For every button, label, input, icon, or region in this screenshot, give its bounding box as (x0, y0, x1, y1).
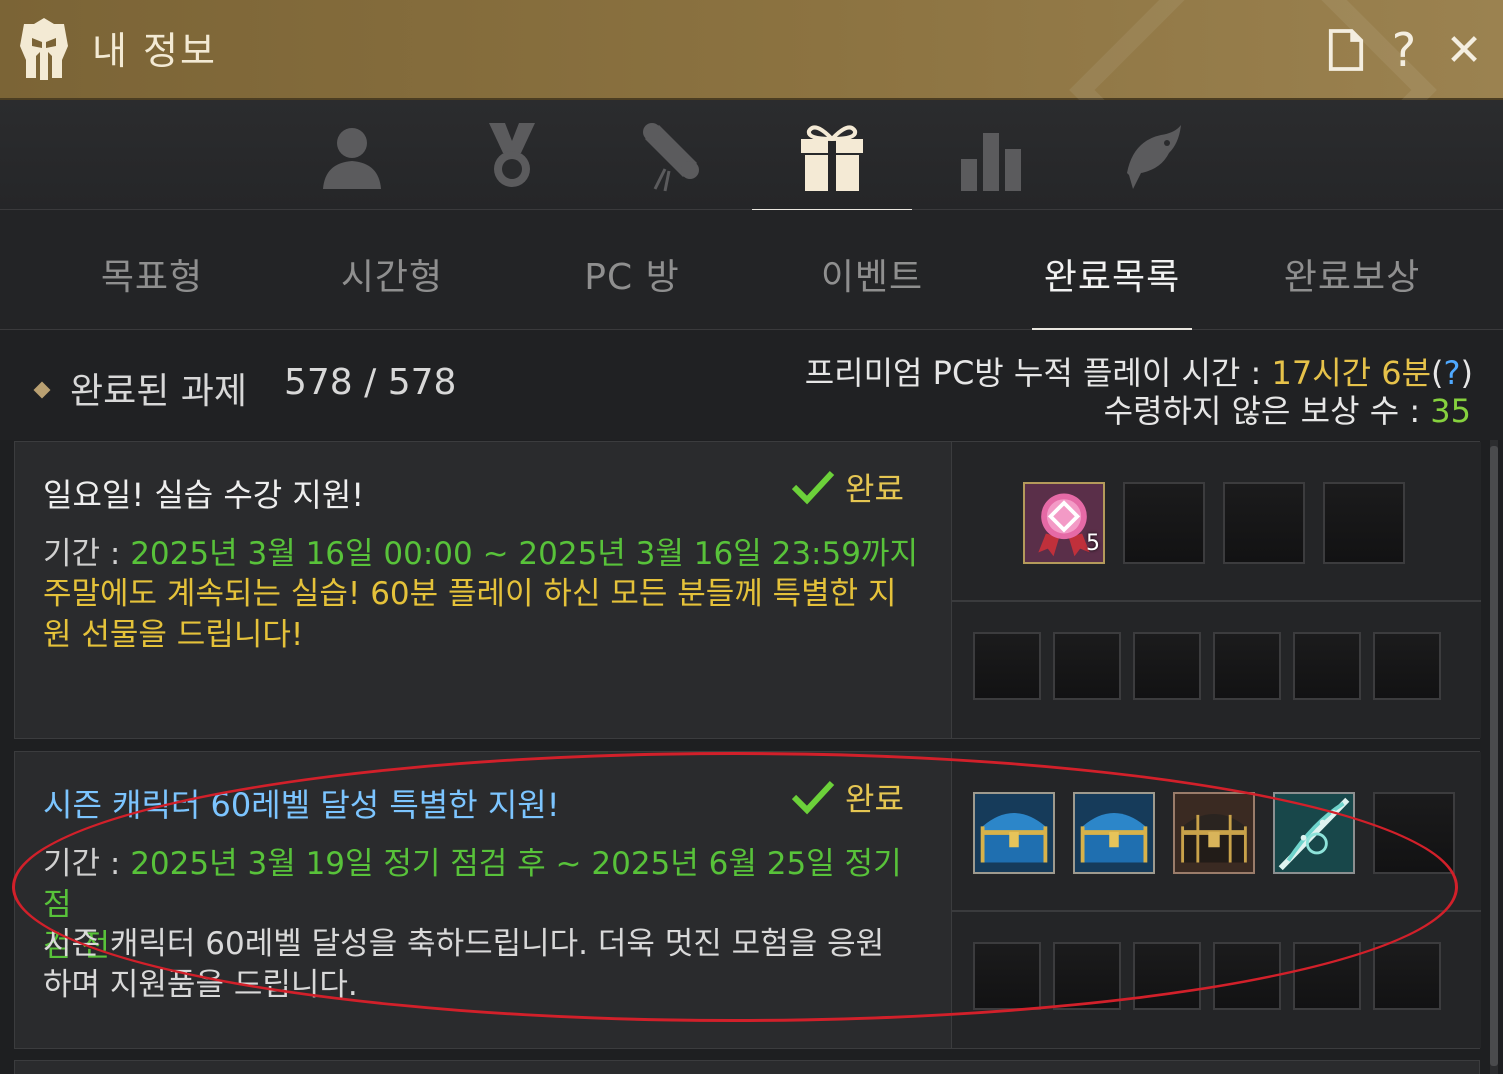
profile-icon[interactable] (306, 116, 398, 196)
checkmark-icon (791, 780, 835, 815)
task-period-label: 기간 : (43, 536, 131, 572)
reward-slot[interactable]: 5 (1023, 482, 1105, 564)
empty-reward-slot (1133, 942, 1201, 1010)
empty-reward-slot (1293, 632, 1361, 700)
task-description: 주말에도 계속되는 실습! 60분 플레이 하신 모든 분들께 특별한 지 원 … (43, 574, 923, 656)
task-period-value: 2025년 3월 19일 정기 점검 후 ~ 2025년 6월 25일 정기 점 (43, 846, 902, 923)
task-info: 시즌 캐릭터 60레벨 달성 특별한 지원! 완료 기간 : 2025년 3월 … (15, 752, 951, 1048)
completed-tasks-label: 완료된 과제 (70, 371, 248, 412)
unclaimed-rewards-value: 35 (1430, 392, 1471, 430)
task-period-value: 2025년 3월 16일 00:00 ~ 2025년 3월 16일 23:59까… (130, 536, 918, 572)
empty-reward-slot (1053, 942, 1121, 1010)
tab-completed-rewards[interactable]: 완료보상 (1232, 248, 1472, 300)
task-description-line: 하며 지원품을 드립니다. (43, 967, 358, 1003)
tab-goal[interactable]: 목표형 (32, 248, 272, 300)
bar-chart-icon[interactable] (946, 116, 1038, 196)
slot-divider (952, 910, 1481, 912)
empty-reward-slot (973, 942, 1041, 1010)
task-description-line: 원 선물을 드립니다! (43, 617, 304, 653)
empty-reward-slot (1373, 942, 1441, 1010)
category-icon-tabs (0, 100, 1503, 212)
scroll-icon[interactable] (626, 116, 718, 196)
task-status: 완료 (791, 464, 904, 510)
empty-reward-slot (1213, 942, 1281, 1010)
task-status-label: 완료 (845, 780, 904, 818)
blue-chest-icon (1075, 794, 1153, 872)
unclaimed-rewards: 수령하지 않은 보상 수 : 35 (1104, 386, 1471, 432)
task-info: 일요일! 실습 수강 지원! 완료 기간 : 2025년 3월 16일 00:0… (15, 442, 951, 738)
reward-slots (951, 752, 1481, 1048)
empty-reward-slot (1223, 482, 1305, 564)
slot-divider (952, 600, 1481, 602)
empty-reward-slot (1293, 942, 1361, 1010)
scrollbar-thumb[interactable] (1490, 446, 1498, 1066)
medal-icon[interactable] (466, 116, 558, 196)
completed-tasks-count: 578 / 578 (284, 362, 457, 403)
task-card: 일요일! 실습 수강 지원! 완료 기간 : 2025년 3월 16일 00:0… (14, 441, 1481, 739)
task-description-line: 주말에도 계속되는 실습! 60분 플레이 하신 모든 분들께 특별한 지 (43, 576, 897, 612)
unclaimed-rewards-label: 수령하지 않은 보상 수 : (1103, 392, 1431, 430)
document-icon[interactable] (1322, 24, 1370, 76)
task-description-line: 시즌 캐릭터 60레벨 달성을 축하드립니다. 더욱 멋진 모험을 응원 (43, 926, 885, 962)
blue-chest-icon (975, 794, 1053, 872)
reward-slots: 5 (951, 442, 1481, 738)
task-card (14, 1060, 1480, 1074)
feather-scroll-icon (1275, 794, 1353, 872)
helmet-logo-icon (18, 16, 70, 82)
tab-completed-list[interactable]: 완료목록 (992, 248, 1232, 331)
empty-reward-slot (1373, 792, 1455, 874)
window-title: 내 정보 (92, 29, 217, 73)
checkmark-icon (791, 470, 835, 505)
empty-reward-slot (1373, 632, 1441, 700)
empty-reward-slot (1133, 632, 1201, 700)
help-icon[interactable]: ? (1380, 23, 1428, 77)
reward-slot[interactable] (973, 792, 1055, 874)
empty-reward-slot (973, 632, 1041, 700)
gift-icon[interactable] (752, 116, 912, 212)
task-status: 완료 (791, 774, 904, 820)
reward-slot[interactable] (1273, 792, 1355, 874)
task-period: 기간 : 2025년 3월 16일 00:00 ~ 2025년 3월 16일 2… (43, 534, 923, 575)
task-title: 일요일! 실습 수강 지원! (43, 476, 365, 514)
tab-event[interactable]: 이벤트 (752, 248, 992, 300)
task-status-label: 완료 (845, 470, 904, 508)
tab-pc-room[interactable]: PC 방 (512, 248, 752, 300)
reward-slot[interactable] (1073, 792, 1155, 874)
empty-reward-slot (1213, 632, 1281, 700)
task-period-label: 기간 : (43, 846, 131, 882)
tab-time[interactable]: 시간형 (272, 248, 512, 300)
task-card: 시즌 캐릭터 60레벨 달성 특별한 지원! 완료 기간 : 2025년 3월 … (14, 751, 1481, 1049)
task-tabs: 목표형 시간형 PC 방 이벤트 완료목록 완료보상 (0, 210, 1503, 331)
empty-reward-slot (1323, 482, 1405, 564)
dark-chest-icon (1175, 794, 1253, 872)
reward-slot[interactable] (1173, 792, 1255, 874)
close-icon[interactable]: ✕ (1440, 24, 1488, 76)
reward-quantity: 5 (1086, 531, 1100, 556)
empty-reward-slot (1123, 482, 1205, 564)
task-title: 시즌 캐릭터 60레벨 달성 특별한 지원! (43, 786, 560, 824)
summary-bar: 완료된 과제 578 / 578 프리미엄 PC방 누적 플레이 시간 : 17… (0, 330, 1503, 440)
empty-reward-slot (1053, 632, 1121, 700)
fish-icon[interactable] (1106, 116, 1198, 196)
diamond-bullet-icon (33, 381, 51, 399)
task-description: 시즌 캐릭터 60레벨 달성을 축하드립니다. 더욱 멋진 모험을 응원 하며 … (43, 924, 923, 1006)
window-title-bar: 내 정보 ? ✕ (0, 0, 1503, 274)
